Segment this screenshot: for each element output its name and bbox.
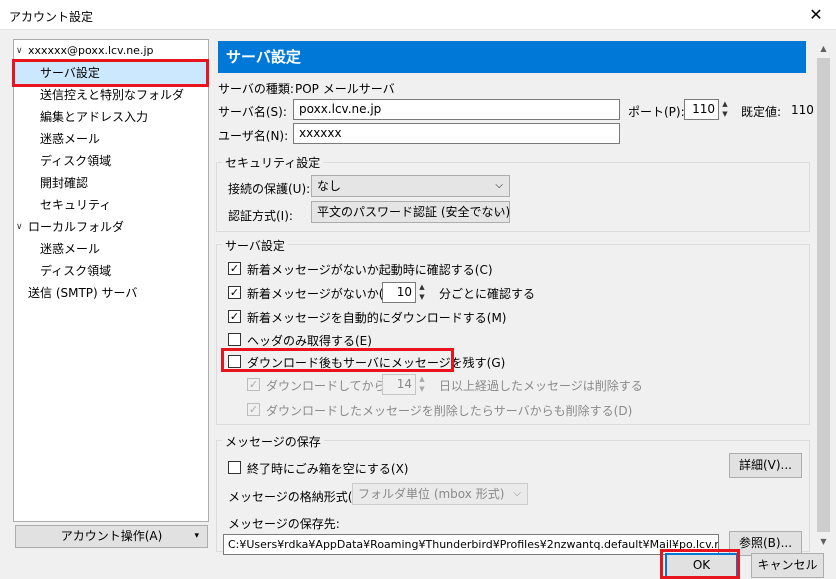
tree-item-smtp[interactable]: 送信 (SMTP) サーバ: [14, 282, 137, 304]
tree-item-label: セキュリティ: [40, 198, 112, 212]
tree-item-label: 送信 (SMTP) サーバ: [28, 286, 138, 300]
scroll-up-icon[interactable]: ▲: [815, 40, 832, 57]
tree-item-junk[interactable]: 迷惑メール: [14, 128, 100, 150]
headers-only-checkbox[interactable]: [228, 333, 241, 346]
vertical-scrollbar[interactable]: ▲ ▼: [815, 40, 832, 550]
account-actions-button[interactable]: アカウント操作(A) ▾: [15, 525, 208, 548]
chevron-down-icon: ⌵: [513, 488, 521, 499]
auth-method-select[interactable]: 平文のパスワード認証 (安全でない) ⌵: [311, 201, 510, 223]
spin-up-icon[interactable]: ▲: [417, 374, 427, 384]
tree-item-disk-space[interactable]: ディスク領域: [14, 150, 111, 172]
leave-on-server-label: ダウンロード後もサーバにメッセージを残す(G): [247, 356, 506, 370]
tree-item-label: 迷惑メール: [40, 132, 101, 146]
auto-download-checkbox[interactable]: ✓: [228, 310, 241, 323]
headers-only-label: ヘッダのみ取得する(E): [247, 334, 372, 348]
default-port-label: 既定値:: [741, 105, 782, 119]
tree-item-local-junk[interactable]: 迷惑メール: [14, 238, 100, 260]
connection-security-label: 接続の保護(U):: [228, 182, 311, 196]
local-directory-label: メッセージの保存先:: [228, 517, 340, 531]
auto-download-label: 新着メッセージを自動的にダウンロードする(M): [247, 311, 507, 325]
port-label: ポート(P):: [628, 105, 685, 119]
tree-item-copies-folders[interactable]: 送信控えと特別なフォルダ: [14, 84, 184, 106]
security-group-title: セキュリティ設定: [222, 154, 324, 171]
spin-down-icon[interactable]: ▼: [720, 109, 730, 119]
scrollbar-thumb[interactable]: [817, 58, 830, 532]
store-format-value: フォルダ単位 (mbox 形式): [358, 487, 505, 501]
delete-after-suffix: 日以上経過したメッセージは削除する: [439, 379, 643, 393]
auth-method-label: 認証方式(I):: [228, 209, 293, 223]
spin-up-icon[interactable]: ▲: [720, 99, 730, 109]
delete-on-server-label: ダウンロードしたメッセージを削除したらサーバからも削除する(D): [266, 404, 633, 418]
security-group: [216, 162, 810, 232]
chevron-down-icon: ⌵: [495, 180, 503, 191]
server-name-input[interactable]: poxx.lcv.ne.jp: [293, 99, 620, 120]
spin-down-icon[interactable]: ▼: [417, 292, 427, 302]
local-directory-input[interactable]: C:¥Users¥rdka¥AppData¥Roaming¥Thunderbir…: [223, 534, 719, 555]
delete-after-checkbox[interactable]: ✓: [247, 378, 260, 391]
check-interval-spinner[interactable]: ▲ ▼: [417, 282, 427, 303]
server-type-value: POP メールサーバ: [295, 82, 395, 96]
tree-item-composition[interactable]: 編集とアドレス入力: [14, 106, 148, 128]
chevron-down-icon[interactable]: ∨: [16, 216, 23, 238]
default-port-value: 110: [791, 103, 814, 117]
server-name-label: サーバ名(S):: [218, 105, 287, 119]
account-actions-label: アカウント操作(A): [60, 529, 163, 543]
tree-item-return-receipts[interactable]: 開封確認: [14, 172, 88, 194]
delete-after-days-input[interactable]: 14: [382, 374, 416, 395]
tree-item-local-disk[interactable]: ディスク領域: [14, 260, 111, 282]
page-title: サーバ設定: [218, 41, 806, 73]
spin-up-icon[interactable]: ▲: [417, 282, 427, 292]
check-startup-checkbox[interactable]: ✓: [228, 262, 241, 275]
check-interval-suffix: 分ごとに確認する: [439, 287, 536, 301]
delete-on-server-checkbox[interactable]: ✓: [247, 403, 260, 416]
empty-trash-label: 終了時にごみ箱を空にする(X): [247, 462, 409, 476]
server-settings-group-title: サーバ設定: [222, 237, 288, 254]
chevron-down-icon: ⌵: [495, 206, 503, 217]
auth-method-value: 平文のパスワード認証 (安全でない): [317, 205, 511, 219]
ok-button[interactable]: OK: [665, 553, 738, 578]
caret-down-icon: ▾: [194, 531, 199, 541]
port-spinner[interactable]: ▲ ▼: [720, 99, 730, 120]
tree-item-security[interactable]: セキュリティ: [14, 194, 111, 216]
connection-security-value: なし: [317, 179, 342, 193]
tree-item-server-settings[interactable]: サーバ設定: [14, 62, 208, 84]
account-tree[interactable]: ∨ xxxxxx@poxx.lcv.ne.jp サーバ設定 送信控えと特別なフォ…: [13, 39, 209, 522]
server-type-label: サーバの種類:: [218, 82, 294, 96]
check-startup-label: 新着メッセージがないか起動時に確認する(C): [247, 263, 493, 277]
tree-item-label: 編集とアドレス入力: [40, 110, 149, 124]
port-input[interactable]: 110: [684, 99, 719, 120]
leave-on-server-checkbox[interactable]: [228, 355, 241, 368]
close-icon[interactable]: ✕: [796, 0, 836, 30]
tree-item-label: ローカルフォルダ: [28, 220, 125, 234]
tree-item-label: サーバ設定: [40, 66, 100, 80]
scroll-down-icon[interactable]: ▼: [815, 533, 832, 550]
storage-group-title: メッセージの保存: [222, 433, 324, 450]
delete-after-spinner[interactable]: ▲ ▼: [417, 374, 427, 395]
user-name-label: ユーザ名(N):: [218, 129, 289, 143]
store-format-label: メッセージの格納形式(T):: [228, 490, 369, 504]
tree-item-label: ディスク領域: [40, 154, 112, 168]
tree-item-label: 送信控えと特別なフォルダ: [40, 88, 185, 102]
user-name-input[interactable]: xxxxxx: [293, 123, 620, 144]
tree-item-label: 開封確認: [40, 176, 89, 190]
chevron-down-icon[interactable]: ∨: [16, 40, 23, 62]
account-name: xxxxxx@poxx.lcv.ne.jp: [28, 44, 154, 57]
check-every-checkbox[interactable]: ✓: [228, 286, 241, 299]
connection-security-select[interactable]: なし ⌵: [311, 175, 510, 197]
empty-trash-checkbox[interactable]: [228, 461, 241, 474]
tree-item-label: ディスク領域: [40, 264, 112, 278]
cancel-button[interactable]: キャンセル: [751, 553, 824, 578]
check-every-label: 新着メッセージがないか(Y): [247, 287, 396, 301]
advanced-button[interactable]: 詳細(V)...: [729, 453, 802, 478]
check-interval-input[interactable]: 10: [382, 282, 416, 303]
title-bar: アカウント設定 ✕: [0, 0, 836, 30]
tree-item-account[interactable]: ∨ xxxxxx@poxx.lcv.ne.jp: [14, 40, 208, 62]
store-format-select[interactable]: フォルダ単位 (mbox 形式) ⌵: [352, 483, 528, 505]
tree-item-local-folders[interactable]: ∨ ローカルフォルダ: [14, 216, 208, 238]
tree-item-label: 迷惑メール: [40, 242, 101, 256]
spin-down-icon[interactable]: ▼: [417, 384, 427, 394]
window-title: アカウント設定: [9, 10, 94, 24]
